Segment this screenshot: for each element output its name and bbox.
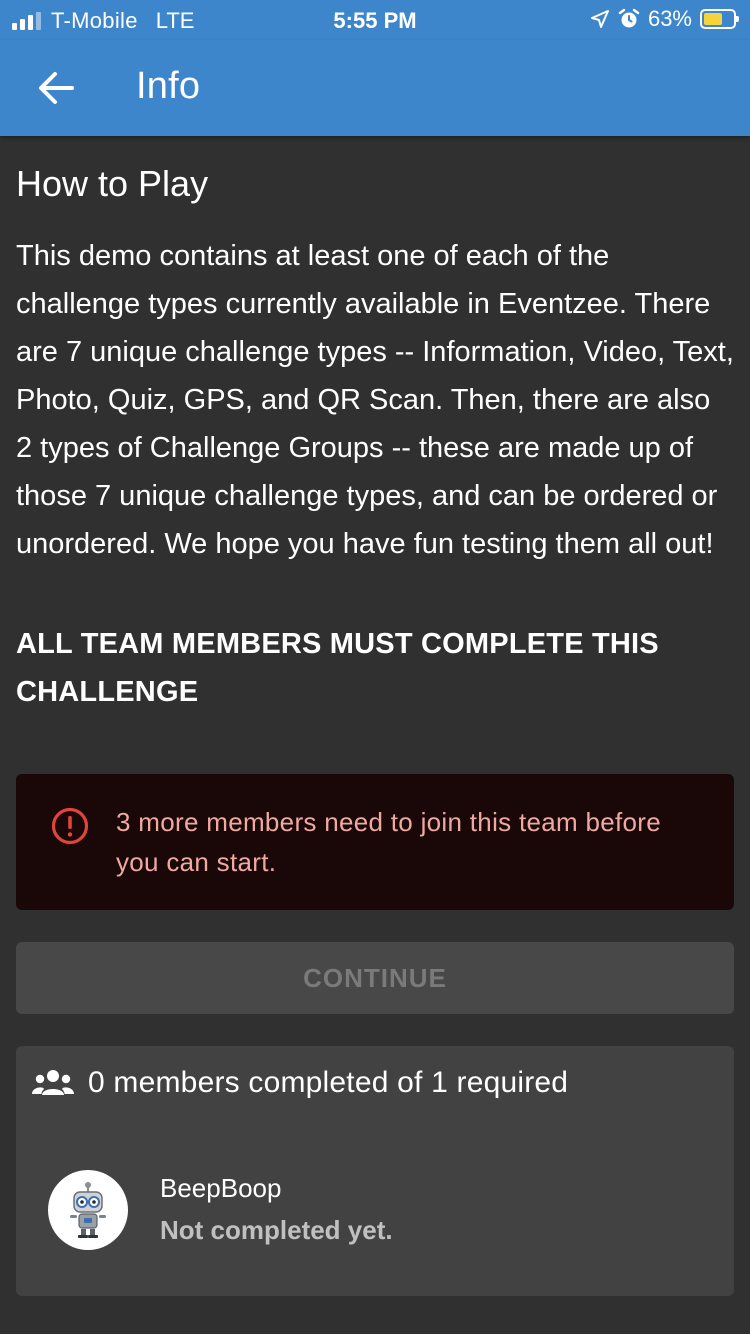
battery-level — [704, 13, 722, 25]
alarm-icon — [618, 8, 640, 28]
challenge-content: How to Play This demo contains at least … — [16, 136, 734, 1296]
error-circle-icon — [51, 807, 89, 845]
app-bar: Info — [0, 40, 750, 136]
members-card: 0 members completed of 1 required BeepBo… — [16, 1046, 734, 1296]
instructions-text: This demo contains at least one of each … — [16, 240, 734, 560]
group-icon — [32, 1070, 74, 1095]
avatar — [48, 1170, 128, 1250]
status-bar: T-Mobile LTE 5:55 PM 63% — [0, 0, 750, 40]
robot-avatar — [70, 1182, 106, 1238]
page-title: Info — [136, 65, 201, 107]
members-header: 0 members completed of 1 required — [32, 1066, 568, 1100]
member-info: BeepBoop Not completed yet. — [160, 1170, 393, 1250]
member-status: Not completed yet. — [160, 1215, 393, 1245]
alert-message: 3 more members need to join this team be… — [116, 807, 662, 877]
back-button[interactable] — [30, 64, 82, 112]
members-summary: 0 members completed of 1 required — [88, 1066, 569, 1099]
section-heading: How to Play — [16, 163, 209, 204]
arrow-left-icon — [39, 72, 74, 104]
status-bar-right: 63% — [590, 6, 739, 32]
member-list-item: BeepBoop Not completed yet. — [48, 1170, 393, 1250]
continue-button[interactable]: CONTINUE — [16, 942, 734, 1014]
requirement-notice: ALL TEAM MEMBERS MUST COMPLETE THIS CHAL… — [16, 628, 659, 708]
battery-percent: 63% — [647, 6, 692, 31]
join-team-alert: 3 more members need to join this team be… — [16, 774, 734, 910]
location-arrow-icon — [590, 10, 609, 28]
member-name: BeepBoop — [160, 1173, 282, 1203]
battery-icon — [700, 9, 739, 29]
